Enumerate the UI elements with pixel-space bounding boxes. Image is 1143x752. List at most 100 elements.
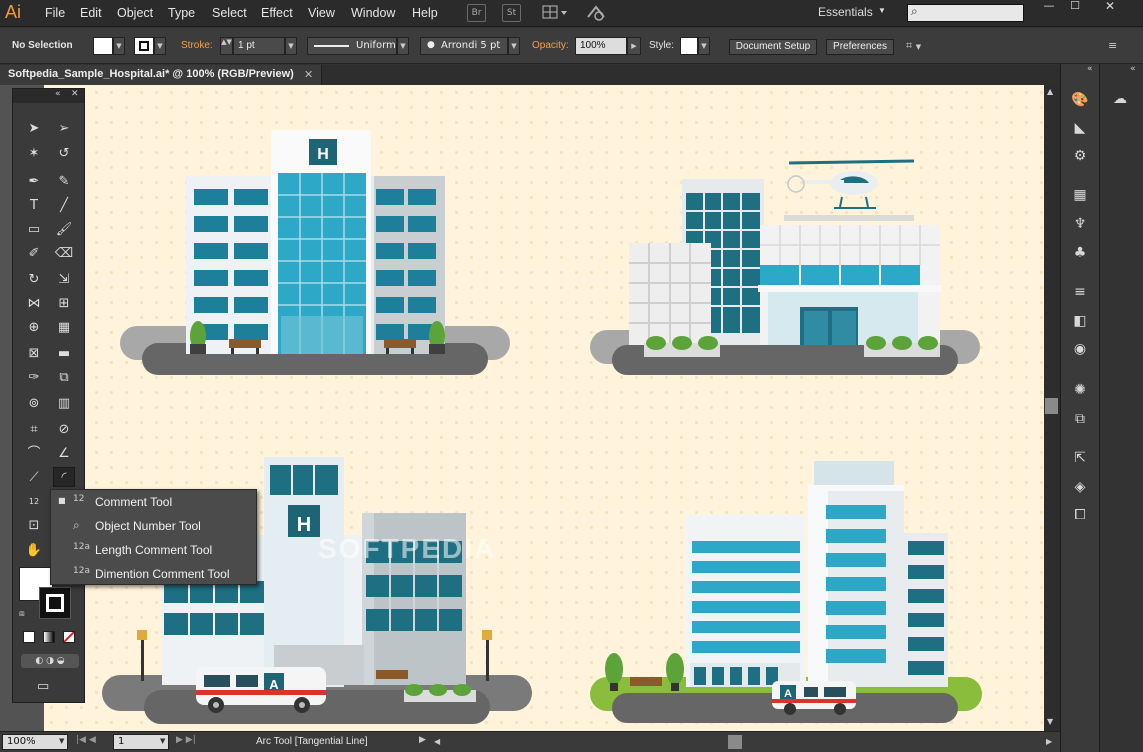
arrange-documents-button[interactable] — [542, 4, 568, 22]
close-icon[interactable]: ✕ — [71, 89, 79, 99]
first-artboard-icon[interactable]: |◀ ◀ — [76, 735, 96, 745]
artboards-icon[interactable]: ⧉ — [1070, 410, 1090, 428]
graphic-styles-icon[interactable]: ✺ — [1070, 381, 1090, 399]
menu-type[interactable]: Type — [168, 6, 195, 20]
menu-file[interactable]: File — [45, 6, 65, 20]
graphic-style-swatch[interactable] — [680, 37, 698, 55]
close-window-button[interactable]: ✕ — [1090, 0, 1130, 14]
type-tool-icon[interactable]: T — [23, 196, 45, 216]
curvature-tool-icon[interactable]: ✎ — [53, 172, 75, 192]
variable-width-profile[interactable]: Uniform — [307, 37, 397, 55]
flyout-item-dimention-comment-tool[interactable]: 12a Dimention Comment Tool — [51, 562, 256, 586]
color-mode-icon[interactable] — [23, 631, 35, 643]
document-setup-button[interactable]: Document Setup — [729, 39, 817, 55]
drawing-modes-icon[interactable]: ◐ ◑ ◒ — [21, 654, 79, 668]
fill-swatch[interactable] — [93, 37, 113, 55]
default-colors-icon[interactable]: ⧈ — [19, 609, 25, 619]
status-menu-icon[interactable]: ▶ — [419, 735, 426, 745]
blend-tool-icon[interactable]: ⧉ — [53, 368, 75, 388]
symbol-sprayer-tool-icon[interactable]: ⊚ — [23, 394, 45, 414]
paintbrush-tool-icon[interactable]: 🖌 — [53, 220, 75, 240]
stroke-weight-dropdown[interactable]: ▼ — [285, 37, 297, 55]
measure-tool-icon[interactable]: ⟋ — [23, 468, 45, 488]
rectangle-tool-icon[interactable]: ▭ — [23, 220, 45, 240]
mesh-tool-icon[interactable]: ⊠ — [23, 344, 45, 364]
swatches-icon[interactable]: ▦ — [1070, 186, 1090, 204]
symbols-icon[interactable]: ♣ — [1070, 244, 1090, 262]
zoom-field[interactable]: 100% ▼ — [2, 734, 68, 750]
menu-edit[interactable]: Edit — [80, 6, 102, 20]
fill-dropdown[interactable]: ▼ — [113, 37, 125, 55]
scroll-left-icon[interactable]: ◀ — [434, 737, 440, 746]
gradient-mode-icon[interactable] — [43, 631, 55, 643]
stroke-label[interactable]: Stroke: — [181, 40, 213, 51]
collapse-tools-icon[interactable]: « — [55, 89, 61, 99]
scale-tool-icon[interactable]: ⇲ — [53, 270, 75, 290]
perspective-grid-tool-icon[interactable]: ▦ — [53, 318, 75, 338]
bridge-button[interactable]: Br — [467, 4, 486, 22]
flyout-item-comment-tool[interactable]: ■ 12 Comment Tool — [51, 490, 256, 514]
artboard-field[interactable]: 1 ▼ — [113, 734, 169, 750]
appearance-icon[interactable]: ◉ — [1070, 340, 1090, 358]
arc-tool-icon[interactable]: ◜ — [53, 467, 75, 487]
artboard-duplicate-icon[interactable]: ⧠ — [1070, 506, 1090, 524]
maximize-button[interactable]: ☐ — [1062, 0, 1088, 14]
opacity-label[interactable]: Opacity: — [532, 40, 569, 51]
scroll-right-icon[interactable]: ▶ — [1046, 737, 1052, 746]
color-palette-icon[interactable]: 🎨 — [1070, 91, 1090, 109]
horizontal-scrollbar-thumb[interactable] — [728, 735, 742, 749]
next-artboard-icon[interactable]: ▶ ▶| — [176, 735, 196, 745]
opacity-field[interactable]: 100% — [575, 37, 627, 55]
pen-tool-icon[interactable]: ✒ — [23, 172, 45, 192]
shaper-tool-icon[interactable]: ✐ — [23, 244, 45, 264]
brush-dropdown[interactable]: ▼ — [508, 37, 520, 55]
gradient-panel-icon[interactable]: ◣ — [1070, 119, 1090, 137]
eyedropper-tool-icon[interactable]: ✑ — [23, 368, 45, 388]
none-mode-icon[interactable] — [63, 631, 75, 643]
direct-selection-tool-icon[interactable]: ➢ — [53, 119, 75, 139]
lasso-tool-icon[interactable]: ↺ — [53, 144, 75, 164]
column-graph-tool-icon[interactable]: ▥ — [53, 394, 75, 414]
stroke-panel-icon[interactable]: ≡ — [1070, 283, 1090, 301]
flyout-item-object-number-tool[interactable]: ⌕ Object Number Tool — [51, 514, 256, 538]
scroll-up-icon[interactable]: ▲ — [1047, 87, 1053, 96]
free-transform-tool-icon[interactable]: ⊞ — [53, 294, 75, 314]
artboard-tool-icon[interactable]: ⌗ — [23, 420, 45, 440]
workspace-switcher[interactable]: Essentials ▼ — [808, 4, 892, 22]
hand-tool-icon[interactable]: ✋ — [23, 541, 45, 561]
selection-tool-icon[interactable]: ➤ — [23, 119, 45, 139]
menu-help[interactable]: Help — [412, 6, 438, 20]
slice-tool-icon[interactable]: ⊘ — [53, 420, 75, 440]
artboard[interactable]: H H A A — [44, 85, 1044, 731]
stroke-dropdown[interactable]: ▼ — [154, 37, 166, 55]
profile-dropdown[interactable]: ▼ — [397, 37, 409, 55]
eraser-tool-icon[interactable]: ⌫ — [53, 244, 75, 264]
scrollbar-thumb[interactable] — [1045, 398, 1058, 414]
menu-window[interactable]: Window — [351, 6, 395, 20]
rotate-tool-icon[interactable]: ↻ — [23, 270, 45, 290]
flyout-item-length-comment-tool[interactable]: 12a Length Comment Tool — [51, 538, 256, 562]
stroke-weight-stepper[interactable]: ▲▼ — [220, 37, 233, 55]
line-tool-icon[interactable]: ╱ — [53, 196, 75, 216]
shape-builder-tool-icon[interactable]: ⊕ — [23, 318, 45, 338]
minimize-button[interactable]: — — [1036, 0, 1062, 14]
export-icon[interactable]: ⇱ — [1070, 449, 1090, 467]
scroll-down-icon[interactable]: ▼ — [1047, 717, 1053, 726]
crop-tool-icon[interactable]: ⊡ — [23, 516, 45, 536]
brushes-icon[interactable]: ♆ — [1070, 215, 1090, 233]
menu-select[interactable]: Select — [212, 6, 247, 20]
stroke-swatch[interactable] — [134, 37, 154, 55]
close-icon[interactable]: ✕ — [304, 68, 313, 81]
transparency-icon[interactable]: ◧ — [1070, 312, 1090, 330]
menu-effect[interactable]: Effect — [261, 6, 293, 20]
stock-button[interactable]: St — [502, 4, 521, 22]
menu-object[interactable]: Object — [117, 6, 153, 20]
document-tab[interactable]: Softpedia_Sample_Hospital.ai* @ 100% (RG… — [0, 65, 322, 85]
layers-icon[interactable]: ◈ — [1070, 478, 1090, 496]
screen-mode-icon[interactable]: ▭ — [37, 679, 49, 694]
preferences-button[interactable]: Preferences — [826, 39, 894, 55]
style-dropdown[interactable]: ▼ — [698, 37, 710, 55]
opacity-dropdown[interactable]: ▶ — [627, 37, 641, 55]
color-guide-icon[interactable]: ⚙ — [1070, 147, 1090, 165]
angle-tool-icon[interactable]: ∠ — [53, 444, 75, 464]
